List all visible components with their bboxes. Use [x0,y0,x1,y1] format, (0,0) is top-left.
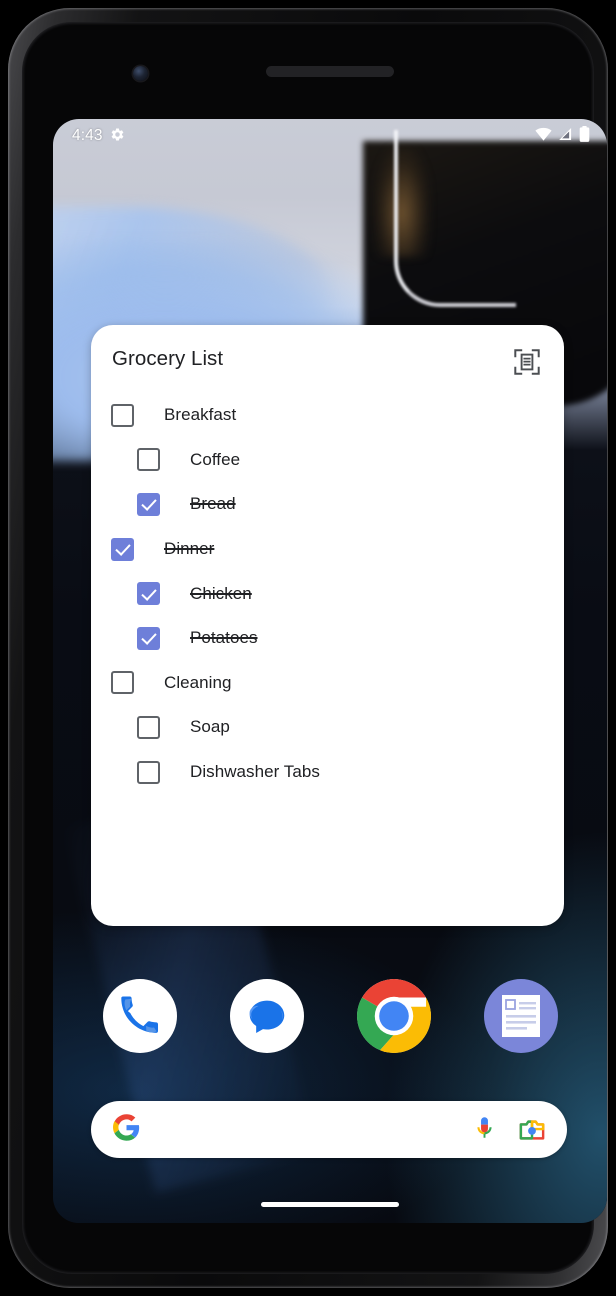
document-scan-icon[interactable] [512,347,542,377]
list-item[interactable]: Dinner [111,527,544,572]
checkbox-unchecked[interactable] [137,448,160,472]
list-item-label: Cleaning [164,672,232,692]
checkbox-checked[interactable] [137,626,160,650]
wifi-icon [535,127,552,145]
grocery-list-widget[interactable]: Grocery List Breakfast Coffee Bread Dinn… [91,325,564,926]
checkbox-checked[interactable] [111,537,134,561]
widget-header: Grocery List [111,343,544,377]
app-dock [53,964,607,1068]
list-item-label: Coffee [190,449,241,469]
widget-title: Grocery List [112,347,224,370]
status-clock: 4:43 [72,127,103,144]
list-item-label: Chicken [190,583,252,603]
list-item[interactable]: Potatoes [111,616,544,661]
checkbox-unchecked[interactable] [111,403,134,427]
settings-gear-icon [110,127,125,146]
wallpaper-white-curve [393,130,516,307]
list-item[interactable]: Chicken [111,571,544,616]
microphone-icon[interactable] [469,1115,499,1145]
list-item-label: Dishwasher Tabs [190,762,320,782]
cell-signal-icon [558,127,573,145]
list-item-label: Soap [190,717,230,737]
list-item[interactable]: Dishwasher Tabs [111,750,544,795]
messages-app-icon[interactable] [229,979,304,1053]
list-item[interactable]: Bread [111,482,544,527]
home-gesture-bar[interactable] [261,1202,399,1207]
list-item[interactable]: Coffee [111,438,544,483]
list-item-label: Dinner [164,539,215,559]
phone-screen: 4:43 Grocery List Breakfast Coffee Bread… [53,119,607,1223]
list-item-label: Potatoes [190,628,258,648]
status-bar: 4:43 [53,119,607,153]
screenshot-root: 4:43 Grocery List Breakfast Coffee Bread… [0,0,616,1296]
checkbox-checked[interactable] [137,492,160,516]
chrome-app-icon[interactable] [356,979,431,1053]
earpiece-speaker [266,66,394,77]
list-item-label: Breakfast [164,405,237,425]
grocery-list: Breakfast Coffee Bread Dinner Chicken Potatoe… [111,393,544,794]
google-search-bar[interactable] [91,1101,567,1158]
list-item[interactable]: Soap [111,705,544,750]
list-item[interactable]: Breakfast [111,393,544,438]
google-lens-camera-icon[interactable] [517,1115,547,1145]
battery-icon [579,126,590,146]
front-camera [133,66,148,81]
status-bar-right [535,126,590,146]
checkbox-checked[interactable] [137,582,160,606]
google-g-logo [113,1113,140,1146]
checkbox-unchecked[interactable] [111,671,134,695]
phone-body: 4:43 Grocery List Breakfast Coffee Bread… [8,8,608,1288]
phone-app-icon[interactable] [102,979,177,1053]
list-item-label: Bread [190,494,236,514]
news-app-icon[interactable] [483,979,558,1053]
list-item[interactable]: Cleaning [111,661,544,706]
checkbox-unchecked[interactable] [137,760,160,784]
status-bar-left: 4:43 [72,127,125,146]
phone-front-panel: 4:43 Grocery List Breakfast Coffee Bread… [22,22,607,1274]
checkbox-unchecked[interactable] [137,715,160,739]
